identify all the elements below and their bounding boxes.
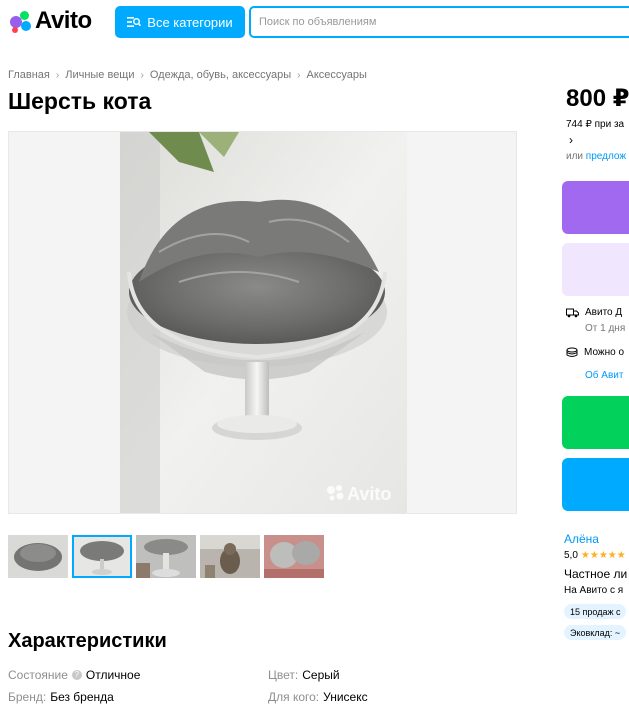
payment-label: Можно о [584, 347, 625, 358]
about-avito-link[interactable]: Об Авит [585, 370, 623, 381]
logo-text: Avito [35, 7, 92, 34]
delivery-time: От 1 дня [585, 323, 626, 334]
breadcrumb-personal-items[interactable]: Личные вещи [65, 69, 134, 81]
characteristics-heading: Характеристики [8, 630, 167, 652]
breadcrumb-separator-icon: › [55, 69, 60, 81]
thumbnail-2[interactable] [72, 535, 132, 578]
characteristic-value: Серый [302, 668, 340, 682]
offer-price-link[interactable]: предлож [586, 151, 626, 162]
delivery-info: Авито Д [566, 307, 622, 318]
characteristic-value: Без бренда [50, 690, 114, 704]
avito-logo[interactable]: Avito [8, 7, 92, 34]
show-phone-button[interactable] [562, 396, 629, 449]
price: 800 ₽ [566, 85, 629, 112]
buy-with-delivery-button[interactable] [562, 181, 629, 234]
truck-icon [566, 308, 579, 317]
characteristic-for-whom: Для кого: Унисекс [268, 690, 368, 704]
categories-menu-icon [127, 17, 142, 27]
thumbnail-strip [8, 535, 324, 578]
cat-fur-glass-photo: Avito [9, 132, 516, 513]
add-to-cart-button[interactable] [562, 243, 629, 296]
help-icon[interactable]: ? [71, 670, 82, 680]
write-message-button[interactable] [562, 458, 629, 511]
characteristic-condition: Состояние ? Отличное [8, 668, 140, 682]
star-icon: ★★★★★ [580, 550, 626, 561]
thumbnail-4[interactable] [200, 535, 260, 578]
thumbnail-3[interactable] [136, 535, 196, 578]
or-text: или [566, 151, 584, 162]
svg-text:Avito: Avito [347, 484, 391, 504]
seller-name[interactable]: Алёна [564, 532, 599, 546]
characteristic-value: Отличное [85, 668, 141, 682]
search-box[interactable] [249, 6, 629, 38]
breadcrumb-separator-icon: › [140, 69, 144, 81]
listing-title: Шерсть кота [8, 88, 152, 114]
all-categories-button[interactable]: Все категории [115, 6, 245, 38]
discount-price: 744 ₽ при за [566, 119, 625, 130]
breadcrumb-clothing[interactable]: Одежда, обувь, аксессуары [150, 69, 291, 81]
rating-value: 5,0 [564, 550, 578, 561]
thumbnail-1[interactable] [8, 535, 68, 578]
breadcrumb-separator-icon: › [297, 69, 301, 81]
characteristic-value: Унисекс [323, 690, 368, 704]
characteristic-key: Для кого: [268, 690, 320, 704]
characteristic-color: Цвет: Серый [268, 668, 340, 682]
search-input[interactable] [251, 8, 629, 36]
seller-rating: 5,0 ★★★★★ [564, 550, 626, 561]
characteristic-key: Состояние [8, 668, 68, 682]
listing-main-image[interactable]: Avito [8, 131, 517, 514]
payment-info: Можно о [566, 347, 624, 358]
seller-type: Частное ли [564, 567, 628, 581]
coins-icon [566, 347, 578, 357]
all-categories-label: Все категории [147, 14, 233, 30]
sales-badge: 15 продаж с [564, 604, 627, 619]
thumbnail-5[interactable] [264, 535, 324, 578]
characteristic-key: Бренд: [8, 690, 47, 704]
characteristic-brand: Бренд: Без бренда [8, 690, 114, 704]
delivery-label: Авито Д [585, 307, 623, 318]
seller-since: На Авито с я [564, 585, 624, 596]
offer-line: или предлож [566, 151, 626, 162]
characteristic-key: Цвет: [268, 668, 299, 682]
avito-logo-icon [8, 9, 32, 33]
breadcrumb-home[interactable]: Главная [8, 69, 50, 81]
chevron-right-icon[interactable]: › [569, 133, 573, 147]
breadcrumb-accessories[interactable]: Аксессуары [307, 69, 367, 81]
eco-contribution-badge[interactable]: Эковклад: ~ [564, 625, 627, 640]
breadcrumb: Главная › Личные вещи › Одежда, обувь, а… [8, 69, 367, 81]
